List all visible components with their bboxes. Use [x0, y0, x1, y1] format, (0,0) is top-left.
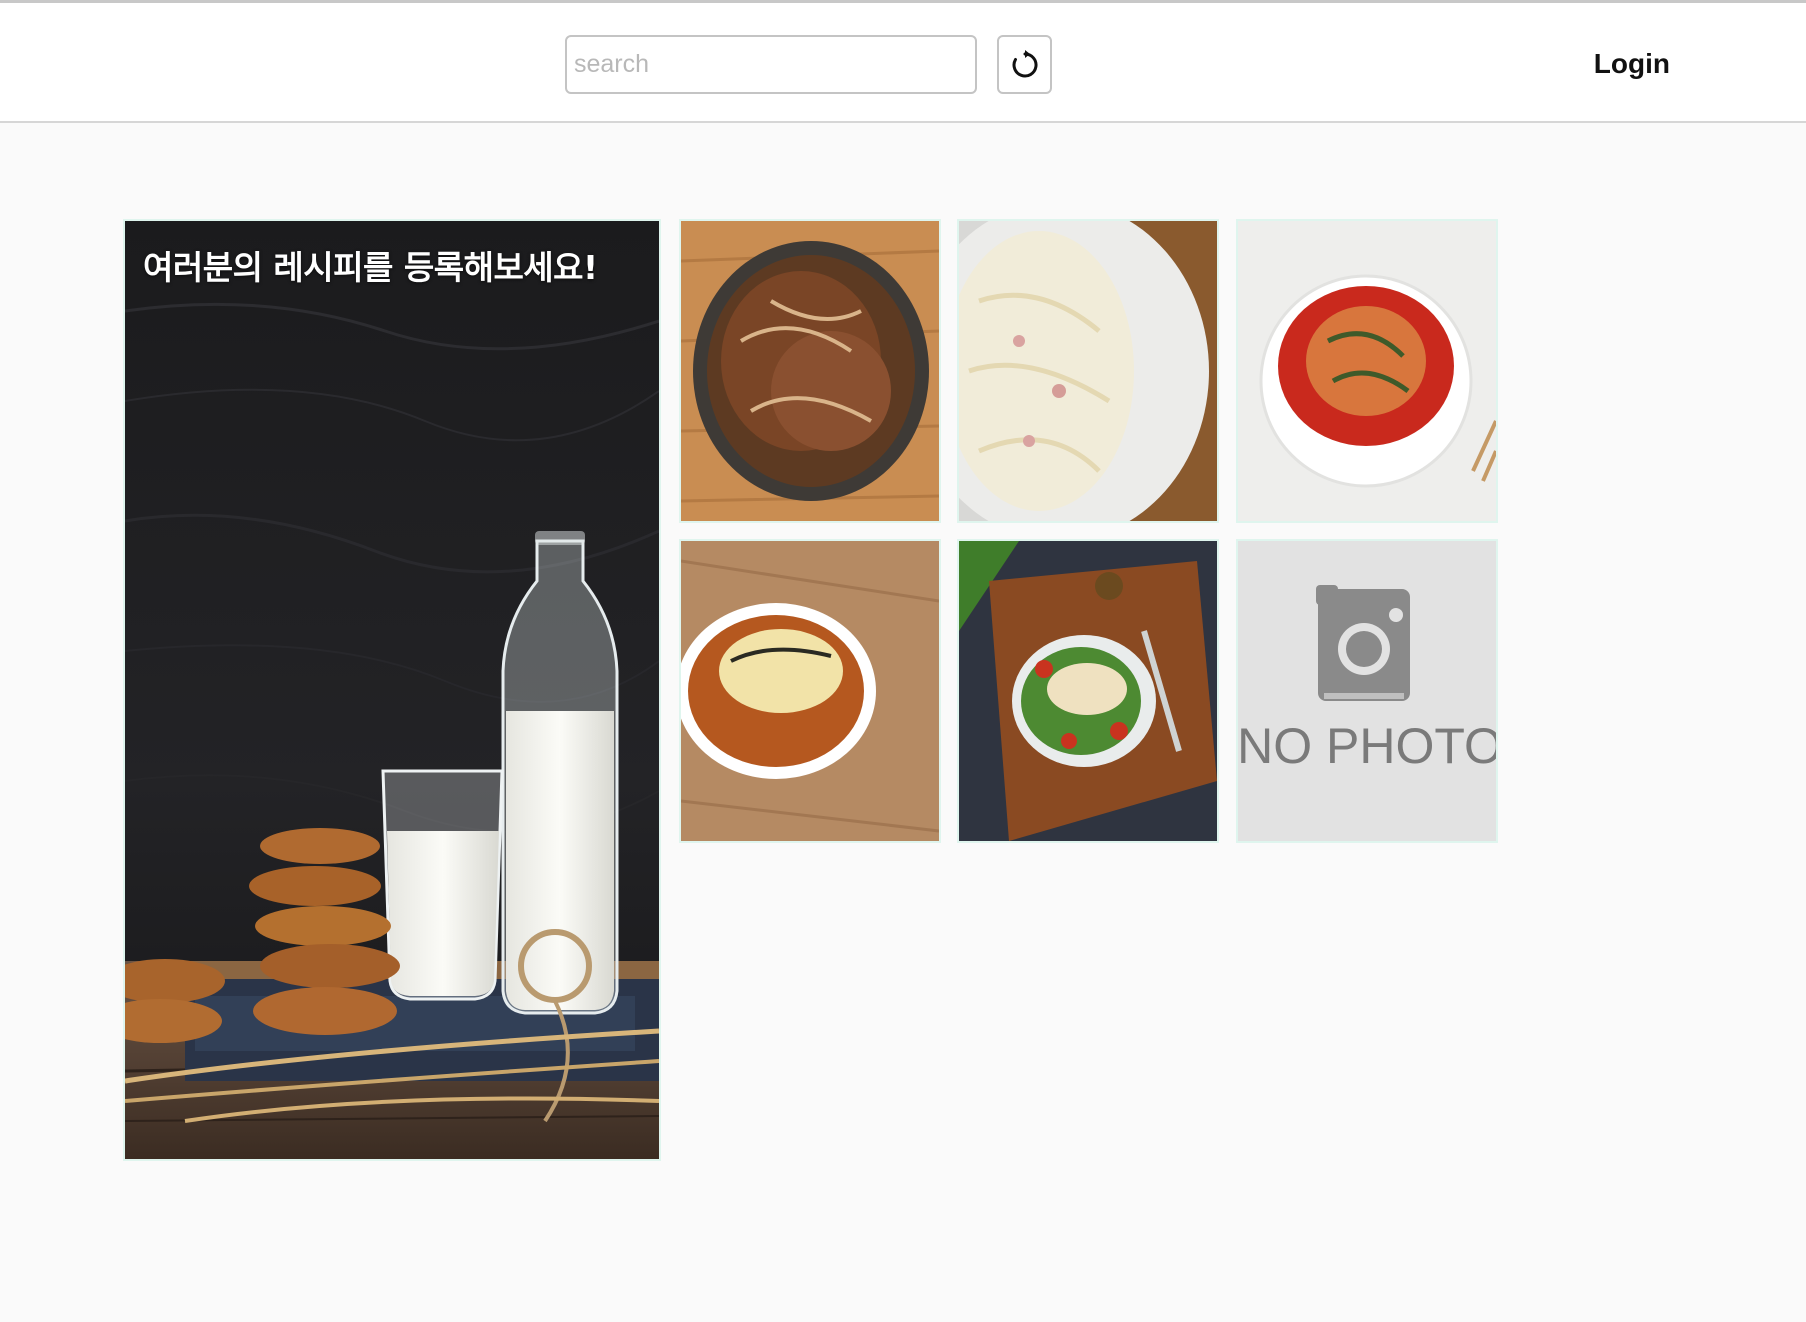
no-photo-placeholder: NO PHOTO [1238, 541, 1496, 841]
recipe-card[interactable] [679, 219, 941, 523]
recipe-card[interactable] [957, 539, 1219, 843]
chicken-salad-photo [959, 541, 1217, 841]
recipe-card[interactable] [1236, 219, 1498, 523]
search-input[interactable] [565, 35, 977, 94]
cream-pasta-photo [959, 221, 1217, 521]
recipe-card[interactable] [957, 219, 1219, 523]
camera-icon [1316, 585, 1410, 701]
stir-fried-pork-photo [681, 221, 939, 521]
spicy-soup-bowl-photo [1238, 221, 1496, 521]
register-recipe-card[interactable]: 여러분의 레시피를 등록해보세요! [123, 219, 661, 1161]
refresh-button[interactable] [997, 35, 1052, 94]
header-bar: Login [0, 3, 1806, 123]
login-link[interactable]: Login [1594, 48, 1670, 80]
recipe-card[interactable] [679, 539, 941, 843]
recipe-card[interactable]: NO PHOTO [1236, 539, 1498, 843]
hero-title: 여러분의 레시피를 등록해보세요! [143, 248, 598, 287]
milk-cookies-photo [125, 221, 659, 1159]
refresh-icon [1012, 49, 1037, 77]
no-photo-label: NO PHOTO [1238, 718, 1496, 774]
cheese-ramen-photo [681, 541, 939, 841]
